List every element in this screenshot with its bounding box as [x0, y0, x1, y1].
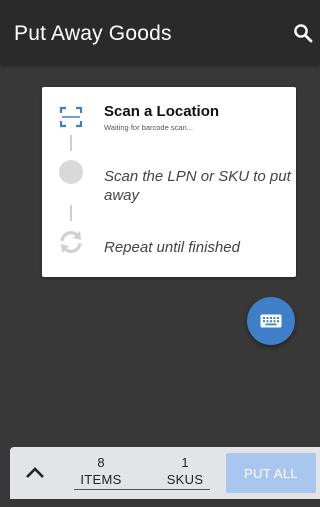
app-bar: Put Away Goods	[0, 0, 320, 64]
chevron-up-icon	[26, 467, 44, 478]
page-title: Put Away Goods	[14, 22, 172, 45]
repeat-icon	[58, 229, 84, 255]
put-away-steps-card: Scan a Location Waiting for barcode scan…	[42, 87, 296, 277]
items-count-label: ITEMS	[80, 472, 122, 487]
expand-summary-button[interactable]	[22, 459, 48, 485]
search-icon	[294, 24, 313, 43]
put-all-button[interactable]: PUT ALL	[226, 453, 316, 493]
step-scan-lpn-text: Scan the LPN or SKU to put away	[104, 168, 291, 204]
skus-count-value: 1	[181, 455, 189, 470]
count-divider	[74, 489, 210, 490]
circle-icon	[58, 159, 84, 185]
step-scan-location-title: Scan a Location	[104, 103, 220, 120]
skus-count: 1 SKUS	[165, 455, 205, 489]
search-button[interactable]	[290, 20, 316, 46]
keyboard-icon	[260, 314, 282, 328]
keyboard-entry-button[interactable]	[247, 297, 295, 345]
step-repeat-text: Repeat until finished	[104, 239, 240, 256]
app-screen: Put Away Goods Scan a Location Waiting f…	[0, 0, 320, 507]
step-scan-location-status: Waiting for barcode scan...	[104, 123, 193, 132]
step-connector	[70, 205, 72, 221]
items-count: 8 ITEMS	[78, 455, 124, 489]
step-connector	[70, 135, 72, 151]
skus-count-label: SKUS	[166, 472, 204, 487]
barcode-scan-icon	[58, 104, 84, 130]
items-count-value: 8	[97, 455, 105, 470]
bottom-summary-bar: 8 ITEMS 1 SKUS PUT ALL	[10, 447, 320, 499]
